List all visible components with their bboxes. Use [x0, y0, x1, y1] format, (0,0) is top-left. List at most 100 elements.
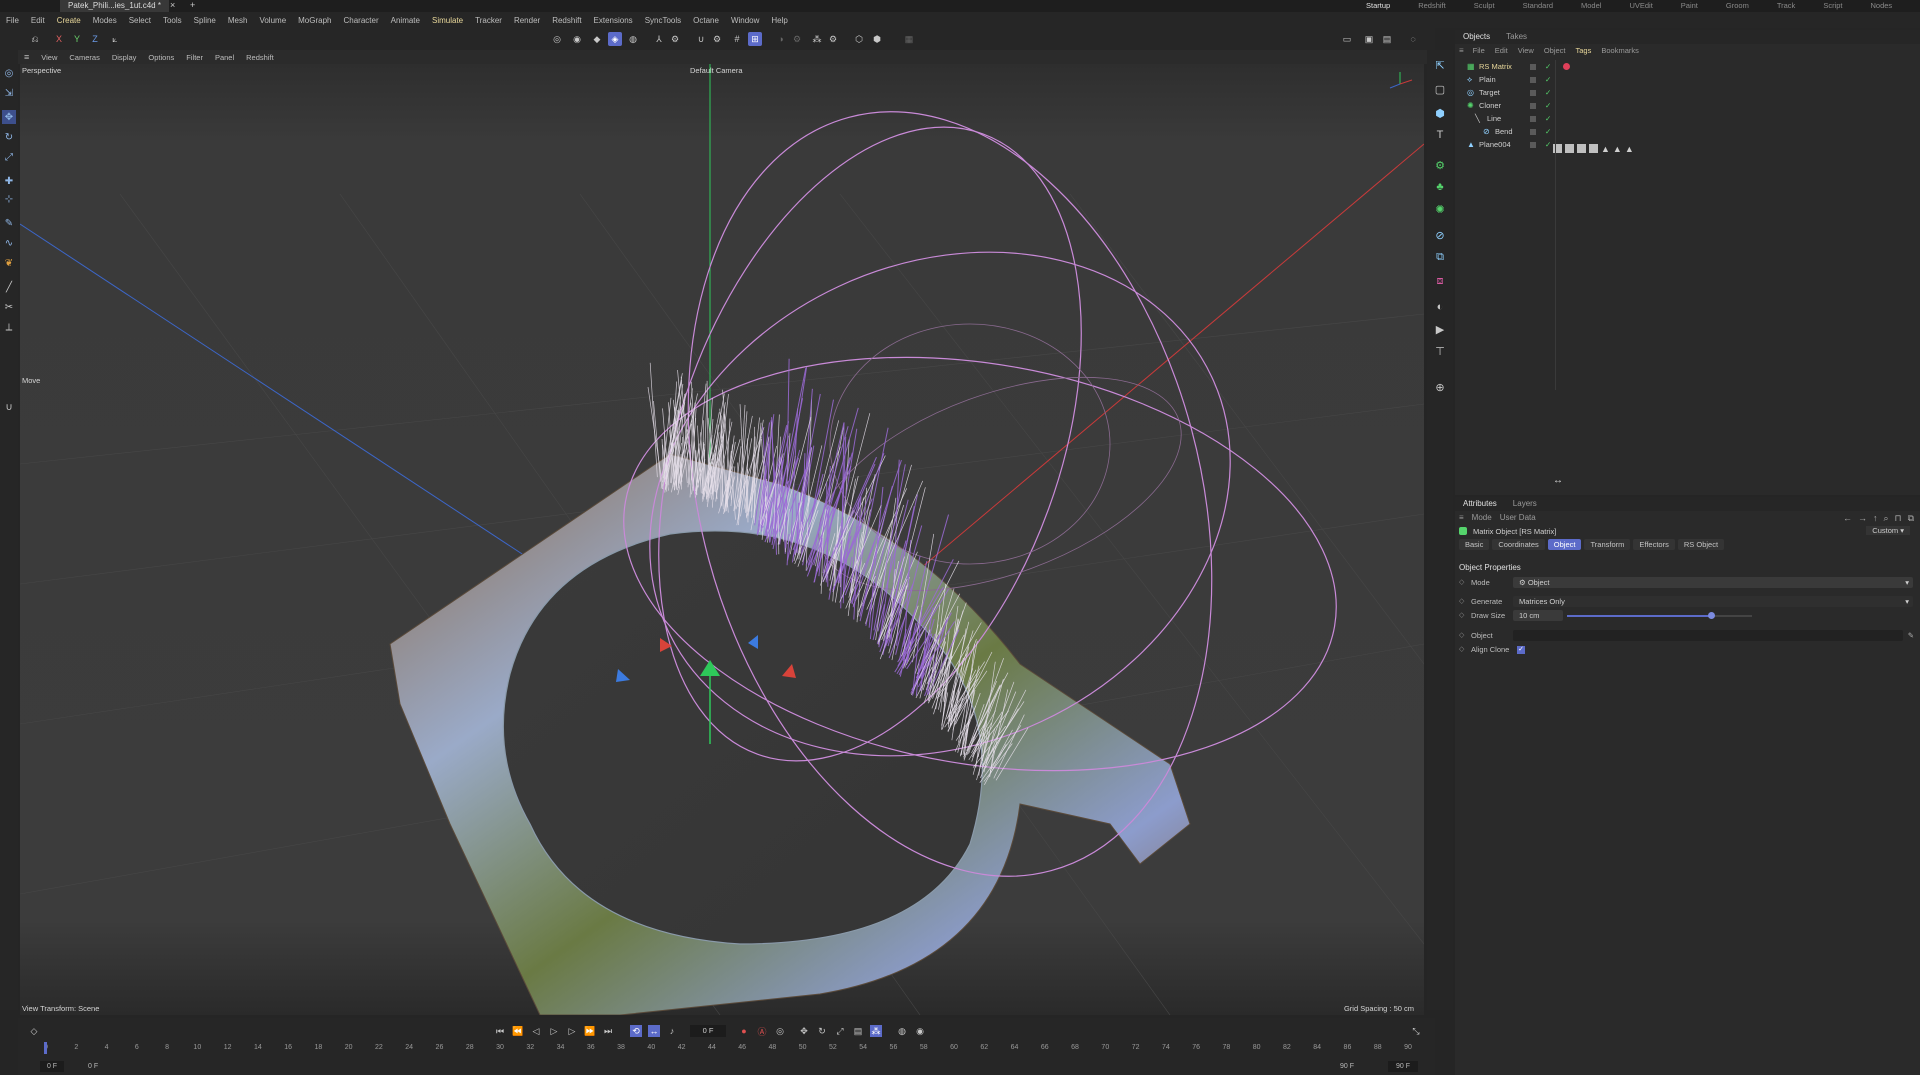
magnet-tool-icon[interactable]: ∪ — [2, 400, 16, 414]
mode-dropdown[interactable]: ⚙ Object ▾ — [1513, 577, 1913, 588]
axis-x-lock[interactable]: X — [52, 32, 66, 46]
draw-size-input[interactable]: 10 cm — [1513, 610, 1563, 621]
layer-dot[interactable] — [1530, 142, 1536, 148]
menu-redshift[interactable]: Redshift — [546, 16, 587, 25]
snap-icon[interactable]: ⅄ — [652, 32, 666, 46]
tab-layers[interactable]: Layers — [1505, 497, 1545, 511]
enabled-check-icon[interactable]: ✓ — [1545, 99, 1551, 112]
layer-dot[interactable] — [1530, 90, 1536, 96]
clapboard-icon[interactable]: ▭ — [1340, 32, 1354, 46]
brush-tool-icon[interactable]: ╱ — [2, 280, 16, 294]
resize-handle-icon[interactable]: ↔ — [1553, 475, 1563, 486]
next-frame-icon[interactable]: ▷ — [566, 1025, 578, 1037]
knife-tool-icon[interactable]: ✂ — [2, 300, 16, 314]
triangle-tag-icon[interactable]: ▲ — [1601, 144, 1610, 154]
lock-icon[interactable]: ⊓ — [1895, 513, 1902, 524]
new-panel-icon[interactable]: ⧉ — [1908, 513, 1914, 524]
render-view-icon[interactable]: ◉ — [570, 32, 584, 46]
file-tab[interactable]: Patek_Phili...ies_1ut.c4d * — [60, 0, 169, 12]
menu-extensions[interactable]: Extensions — [588, 16, 639, 25]
object-row[interactable]: ⟡ Plain ✓ — [1455, 73, 1920, 86]
redshift-tag-icon[interactable] — [1563, 63, 1570, 70]
objects-menu-view[interactable]: View — [1513, 44, 1539, 58]
objects-menu-file[interactable]: File — [1468, 44, 1490, 58]
volume-icon[interactable]: ⧈ — [1433, 274, 1447, 288]
menu-file[interactable]: File — [0, 16, 25, 25]
text-icon[interactable]: T — [1433, 128, 1447, 142]
generate-dropdown[interactable]: Matrices Only ▾ — [1513, 596, 1913, 607]
rotate-tool-icon[interactable]: ↻ — [2, 130, 16, 144]
cube-primitive-icon[interactable]: ⬢ — [1433, 106, 1447, 120]
workplane-icon[interactable]: ⊞ — [748, 32, 762, 46]
mode-model-icon[interactable]: ◈ — [608, 32, 622, 46]
key-position-icon[interactable]: ✥ — [798, 1025, 810, 1037]
menu-mograph[interactable]: MoGraph — [292, 16, 337, 25]
render-icon[interactable]: ◎ — [550, 32, 564, 46]
column-divider[interactable] — [1555, 60, 1556, 390]
disabled-tool-icon[interactable]: ▦ — [902, 32, 916, 46]
menu-spline[interactable]: Spline — [188, 16, 222, 25]
frame-icon[interactable]: ▢ — [1433, 82, 1447, 96]
preview-start-field[interactable]: 0 F — [88, 1061, 98, 1072]
enabled-check-icon[interactable]: ✓ — [1545, 112, 1551, 125]
keyframe-diamond-icon[interactable]: ◇ — [1459, 629, 1464, 643]
go-start-icon[interactable]: ⏮ — [494, 1025, 506, 1037]
object-row[interactable]: ⊘ Bend ✓ — [1455, 125, 1920, 138]
enabled-check-icon[interactable]: ✓ — [1545, 73, 1551, 86]
effector-icon[interactable]: ✺ — [1433, 202, 1447, 216]
keyframe-diamond-icon[interactable]: ◇ — [1459, 609, 1464, 623]
back-arrow-icon[interactable]: ← — [1843, 513, 1852, 524]
tab-attributes[interactable]: Attributes — [1455, 497, 1505, 511]
keyframe-selection-icon[interactable]: ◎ — [774, 1025, 786, 1037]
objects-menu-bookmarks[interactable]: Bookmarks — [1596, 44, 1644, 58]
key-param-icon[interactable]: ▤ — [852, 1025, 864, 1037]
prev-key-icon[interactable]: ⏪ — [512, 1025, 524, 1037]
tab-objects[interactable]: Objects — [1455, 30, 1498, 44]
key-scale-icon[interactable]: ⤢ — [834, 1025, 846, 1037]
scale-tool-icon[interactable]: ⤢ — [2, 150, 16, 164]
render-region-icon[interactable]: ▣ — [1362, 32, 1376, 46]
subtab-transform[interactable]: Transform — [1584, 539, 1631, 550]
material-icon[interactable]: ◐ — [1433, 300, 1447, 314]
prev-frame-icon[interactable]: ◁ — [530, 1025, 542, 1037]
live-selection-icon[interactable]: ◎ — [2, 66, 16, 80]
autokey-icon[interactable]: Ⓐ — [756, 1025, 768, 1037]
lightbulb-icon[interactable]: ◌ — [1406, 32, 1420, 46]
viewport-solo-settings-icon[interactable]: ⬢ — [870, 32, 884, 46]
dynamics-icon[interactable]: ◑ — [774, 32, 788, 46]
triangle-tag-icon[interactable]: ▲ — [1613, 144, 1622, 154]
key-pla-icon[interactable]: ⁂ — [870, 1025, 882, 1037]
keyframe-diamond-icon[interactable]: ◇ — [1459, 576, 1464, 590]
axis-z-lock[interactable]: Z — [88, 32, 102, 46]
camera-icon[interactable]: ▶ — [1433, 322, 1447, 336]
subtab-coordinates[interactable]: Coordinates — [1492, 539, 1545, 550]
menu-create[interactable]: Create — [51, 16, 87, 25]
objects-hamburger-icon[interactable]: ≡ — [1455, 44, 1468, 58]
attributes-hamburger-icon[interactable]: ≡ — [1455, 511, 1468, 525]
camera-label[interactable]: Default Camera — [690, 66, 743, 75]
mograph-icon[interactable]: ♣ — [1433, 180, 1447, 194]
viewport-menu-display[interactable]: Display — [106, 53, 143, 62]
deformer-icon[interactable]: ⊘ — [1433, 228, 1447, 242]
enabled-check-icon[interactable]: ✓ — [1545, 138, 1551, 151]
menu-window[interactable]: Window — [725, 16, 765, 25]
preview-range-icon[interactable]: ↔ — [648, 1025, 660, 1037]
enabled-check-icon[interactable]: ✓ — [1545, 86, 1551, 99]
particles-icon[interactable]: ⁂ — [810, 32, 824, 46]
viewport-hamburger-icon[interactable]: ≡ — [18, 52, 35, 62]
objects-menu-tags[interactable]: Tags — [1571, 44, 1597, 58]
menu-tracker[interactable]: Tracker — [469, 16, 508, 25]
viewport-menu-view[interactable]: View — [35, 53, 63, 62]
go-end-icon[interactable]: ⏭ — [602, 1025, 614, 1037]
close-tab-icon[interactable]: × — [170, 0, 175, 10]
viewport-menu-panel[interactable]: Panel — [209, 53, 240, 62]
scene-icon[interactable]: ⊕ — [1433, 380, 1447, 394]
move-tool-icon[interactable]: ✥ — [2, 110, 16, 124]
object-row[interactable]: ▲ Plane004 ✓ — [1455, 138, 1920, 151]
viewport-menu-filter[interactable]: Filter — [180, 53, 209, 62]
subtab-effectors[interactable]: Effectors — [1633, 539, 1675, 550]
dynamics-settings-icon[interactable]: ⚙ — [790, 32, 804, 46]
mode-texture-icon[interactable]: ◍ — [626, 32, 640, 46]
keyframe-diamond-icon[interactable]: ◇ — [1459, 643, 1464, 657]
subtab-rs-object[interactable]: RS Object — [1677, 539, 1725, 550]
